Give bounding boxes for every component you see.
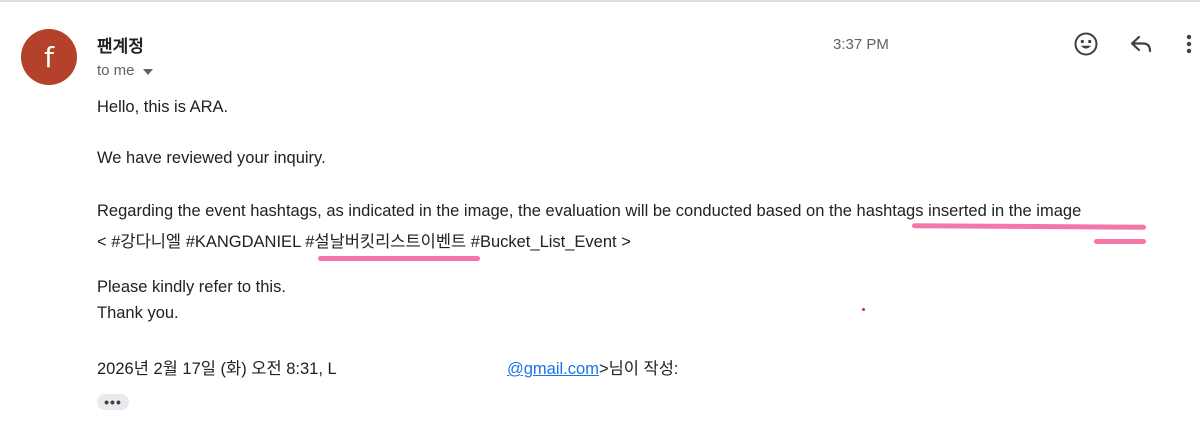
message-line: We have reviewed your inquiry. (97, 149, 326, 167)
highlight-dot (862, 308, 865, 311)
sender-name[interactable]: 팬계정 (97, 32, 144, 57)
chevron-down-icon (142, 68, 153, 75)
header-divider (0, 0, 1200, 2)
highlight-mark (1094, 239, 1146, 244)
reply-icon (1130, 35, 1152, 53)
message-line: Please kindly refer to this. (97, 278, 286, 296)
quote-header: 2026년 2월 17일 (화) 오전 8:31, L (97, 360, 337, 378)
reply-button[interactable] (1125, 28, 1157, 60)
highlight-mark (911, 223, 1147, 230)
hashtags-line: < #강다니엘 #KANGDANIEL #설날버킷리스트이벤트 #Bucket_… (97, 233, 631, 251)
quote-header-suffix: >님이 작성: (598, 360, 679, 378)
show-trimmed-content-button[interactable]: ••• (97, 394, 129, 410)
message-line: Regarding the event hashtags, as indicat… (97, 202, 1082, 220)
message-line: Thank you. (97, 304, 179, 322)
smiley-icon (1074, 32, 1098, 56)
add-reaction-button[interactable] (1070, 28, 1102, 60)
more-vert-icon (1186, 34, 1192, 54)
message-greeting: Hello, this is ARA. (97, 98, 229, 116)
message-timestamp: 3:37 PM (833, 36, 889, 53)
more-options-button[interactable] (1178, 28, 1200, 60)
recipient-label: to me (97, 62, 135, 79)
avatar-letter: f (44, 40, 54, 74)
quote-header-email: @gmail.com>님이 작성: (507, 355, 678, 379)
recipient-details-toggle[interactable]: to me (97, 62, 153, 79)
highlight-mark (318, 256, 480, 261)
sender-email-link[interactable]: @gmail.com (507, 360, 599, 378)
sender-avatar[interactable]: f (21, 29, 77, 85)
